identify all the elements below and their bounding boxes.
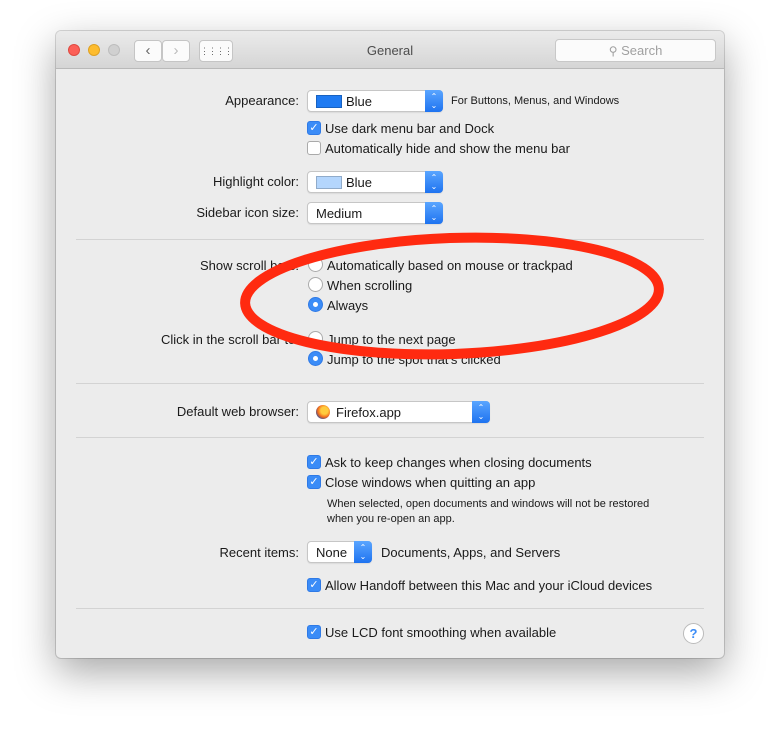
red-annotation-ellipse [240,232,664,360]
annotation-overlay [240,232,664,360]
